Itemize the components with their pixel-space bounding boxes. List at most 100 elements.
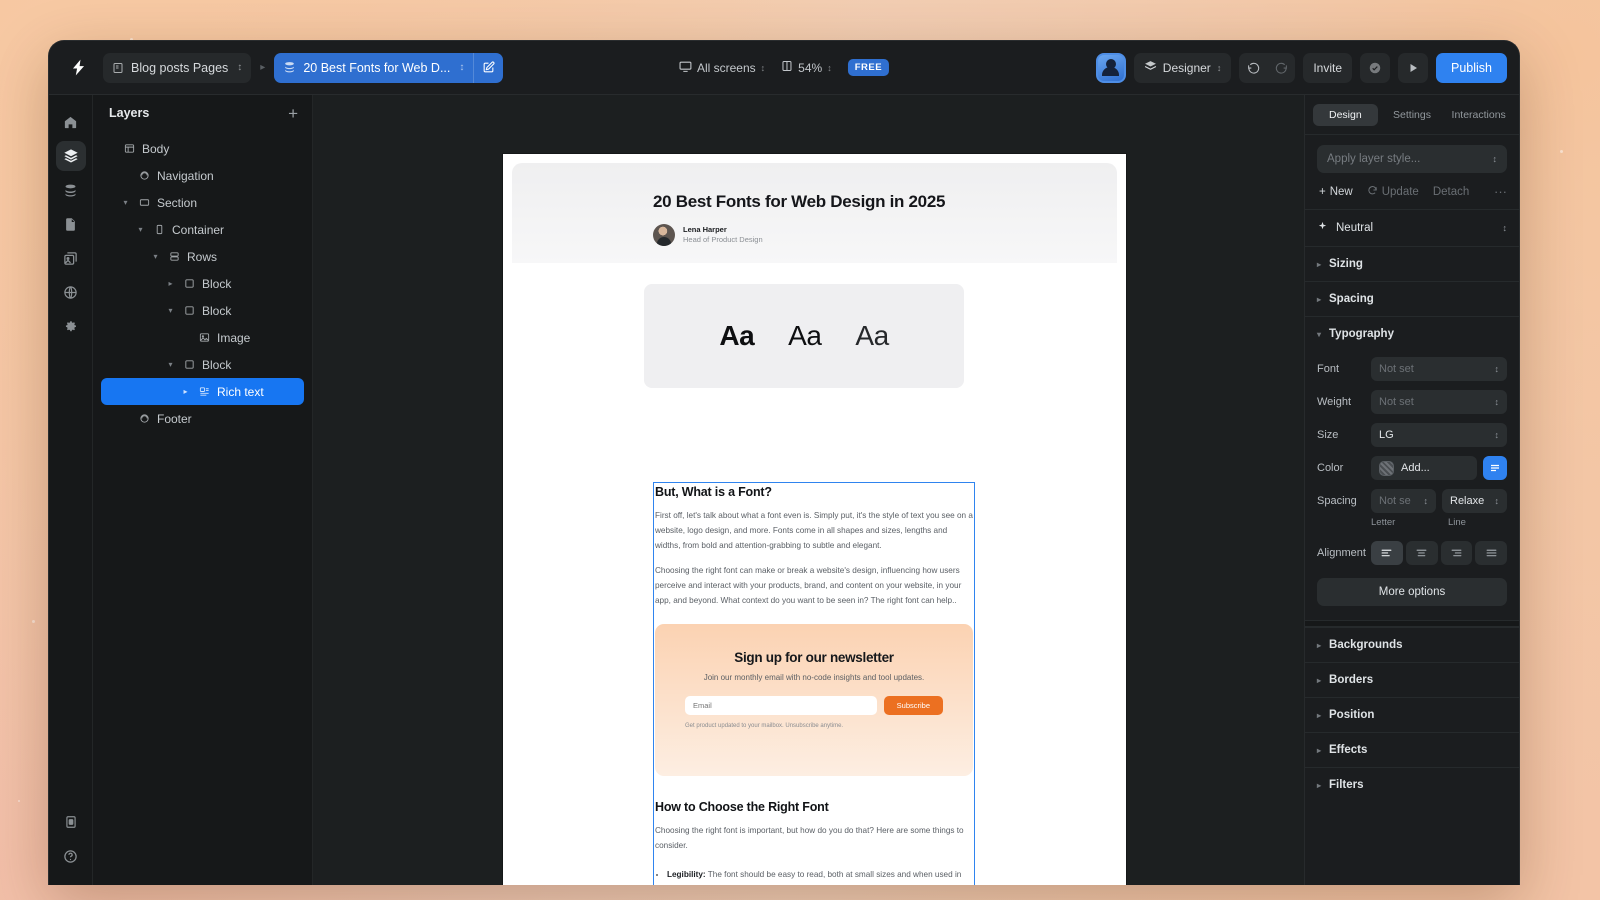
- chevron-right-icon: ▸: [1317, 640, 1322, 650]
- settings-icon[interactable]: [56, 311, 86, 341]
- email-input[interactable]: [685, 696, 877, 716]
- rich-text-block[interactable]: But, What is a Font? First off, let's ta…: [655, 485, 973, 885]
- detach-style-button[interactable]: Detach: [1433, 186, 1469, 198]
- invite-button[interactable]: Invite: [1303, 52, 1352, 83]
- canvas[interactable]: 20 Best Fonts for Web Design in 2025 Len…: [313, 95, 1304, 885]
- section-spacing[interactable]: ▸ Spacing: [1305, 281, 1519, 316]
- component-icon: [137, 170, 151, 181]
- newsletter-form: Subscribe: [685, 696, 943, 716]
- preview-play-button[interactable]: [1398, 52, 1428, 83]
- pages-icon[interactable]: [56, 209, 86, 239]
- audit-check-button[interactable]: [1360, 52, 1390, 83]
- color-add-button[interactable]: Add...: [1371, 456, 1477, 480]
- layer-tree: Body Navigation ▾ Section ▾ Container ▾ Rows ▸ Bl…: [93, 131, 312, 432]
- breadcrumb-collection[interactable]: Blog posts Pages ↕: [103, 52, 252, 83]
- section-effects[interactable]: ▸ Effects: [1305, 732, 1519, 767]
- edit-page-button[interactable]: [473, 52, 504, 83]
- design-panel: Design Settings Interactions Apply layer s…: [1304, 95, 1519, 885]
- layer-node-block[interactable]: ▸ Block: [101, 270, 304, 297]
- help-icon[interactable]: [56, 841, 86, 871]
- variant-row[interactable]: Neutral ↕: [1305, 209, 1519, 246]
- update-style-button[interactable]: Update: [1367, 185, 1419, 199]
- cms-icon[interactable]: [56, 175, 86, 205]
- weight-select[interactable]: Not set ↕: [1371, 390, 1507, 414]
- layer-node-container[interactable]: ▾ Container: [101, 216, 304, 243]
- color-variable-button[interactable]: [1483, 456, 1507, 480]
- apps-icon[interactable]: [56, 807, 86, 837]
- avatar[interactable]: [1095, 52, 1126, 83]
- weight-row: Weight Not set ↕: [1317, 390, 1507, 414]
- tab-label: Interactions: [1451, 109, 1506, 121]
- size-select[interactable]: LG ↕: [1371, 423, 1507, 447]
- layer-node-navigation[interactable]: Navigation: [101, 162, 304, 189]
- plus-icon: +: [1319, 185, 1326, 198]
- tab-design[interactable]: Design: [1313, 104, 1378, 126]
- undo-button[interactable]: [1239, 53, 1267, 83]
- component-icon: [137, 413, 151, 424]
- plan-badge[interactable]: FREE: [847, 59, 890, 76]
- breadcrumb-page[interactable]: 20 Best Fonts for Web D... ↕: [274, 52, 474, 83]
- section-sizing[interactable]: ▸ Sizing: [1305, 246, 1519, 281]
- layer-twisty[interactable]: ▸: [180, 387, 191, 396]
- layer-twisty[interactable]: ▾: [135, 225, 146, 234]
- chevron-updown-icon: ↕: [459, 61, 465, 73]
- section-typography-header[interactable]: ▾ Typography: [1305, 316, 1519, 346]
- layer-node-image[interactable]: Image: [101, 324, 304, 351]
- publish-button[interactable]: Publish: [1436, 52, 1507, 83]
- localization-icon[interactable]: [56, 277, 86, 307]
- layer-node-rows[interactable]: ▾ Rows: [101, 243, 304, 270]
- layer-node-block[interactable]: ▾ Block: [101, 297, 304, 324]
- assets-icon[interactable]: [56, 243, 86, 273]
- align-right-icon[interactable]: [1440, 541, 1473, 565]
- chevron-right-icon: ▸: [1317, 675, 1322, 685]
- layer-twisty[interactable]: ▸: [165, 279, 176, 288]
- layer-node-rich-text[interactable]: ▸ Rich text: [101, 378, 304, 405]
- layers-panel: Layers + Body Navigation ▾ Section ▾ Containe…: [93, 95, 313, 885]
- add-layer-button[interactable]: +: [288, 105, 298, 122]
- style-more-button[interactable]: ···: [1494, 184, 1507, 199]
- layer-node-label: Rows: [187, 249, 218, 264]
- subscribe-button[interactable]: Subscribe: [883, 696, 943, 716]
- more-options-button[interactable]: More options: [1317, 578, 1507, 606]
- section-position[interactable]: ▸ Position: [1305, 697, 1519, 732]
- section-borders[interactable]: ▸ Borders: [1305, 662, 1519, 697]
- layer-node-label: Navigation: [157, 168, 214, 183]
- line-height-select[interactable]: Relaxe ↕: [1442, 489, 1507, 513]
- layer-twisty[interactable]: ▾: [165, 306, 176, 315]
- layer-node-section[interactable]: ▾ Section: [101, 189, 304, 216]
- line-caption: Line: [1448, 517, 1466, 528]
- align-left-icon[interactable]: [1371, 541, 1403, 565]
- align-center-icon[interactable]: [1405, 541, 1438, 565]
- layer-node-block[interactable]: ▾ Block: [101, 351, 304, 378]
- page-preview[interactable]: 20 Best Fonts for Web Design in 2025 Len…: [503, 154, 1126, 885]
- block-icon: [182, 359, 196, 370]
- apply-layer-style-input[interactable]: Apply layer style... ↕: [1317, 145, 1507, 173]
- author-role: Head of Product Design: [683, 235, 763, 244]
- role-selector[interactable]: Designer ↕: [1133, 52, 1232, 83]
- home-icon[interactable]: [56, 107, 86, 137]
- chevron-updown-icon: ↕: [760, 62, 766, 73]
- section-filters[interactable]: ▸ Filters: [1305, 767, 1519, 802]
- align-justify-icon[interactable]: [1475, 541, 1507, 565]
- block-icon: [182, 305, 196, 316]
- layer-twisty[interactable]: ▾: [120, 198, 131, 207]
- tab-interactions[interactable]: Interactions: [1446, 104, 1511, 126]
- font-select[interactable]: Not set ↕: [1371, 357, 1507, 381]
- layer-node-footer[interactable]: Footer: [101, 405, 304, 432]
- layers-icon[interactable]: [55, 141, 86, 171]
- redo-button[interactable]: [1267, 53, 1295, 83]
- chevron-updown-icon: ↕: [827, 62, 832, 73]
- layer-node-label: Footer: [157, 411, 192, 426]
- app-logo-icon[interactable]: [61, 51, 95, 85]
- new-style-button[interactable]: + New: [1319, 186, 1353, 198]
- layer-twisty[interactable]: ▾: [150, 252, 161, 261]
- layer-node-body[interactable]: Body: [101, 135, 304, 162]
- panel-bottom-sections: ▸ Backgrounds ▸ Borders ▸ Position ▸ Effects ▸ Fi…: [1305, 627, 1519, 802]
- zoom-selector[interactable]: 54% ↕: [781, 60, 832, 75]
- screens-selector[interactable]: All screens ↕: [679, 60, 765, 76]
- letter-spacing-select[interactable]: Not se ↕: [1371, 489, 1436, 513]
- section-backgrounds[interactable]: ▸ Backgrounds: [1305, 627, 1519, 662]
- layer-twisty[interactable]: ▾: [165, 360, 176, 369]
- tab-settings[interactable]: Settings: [1380, 104, 1445, 126]
- font-samples-image[interactable]: Aa Aa Aa: [644, 284, 964, 388]
